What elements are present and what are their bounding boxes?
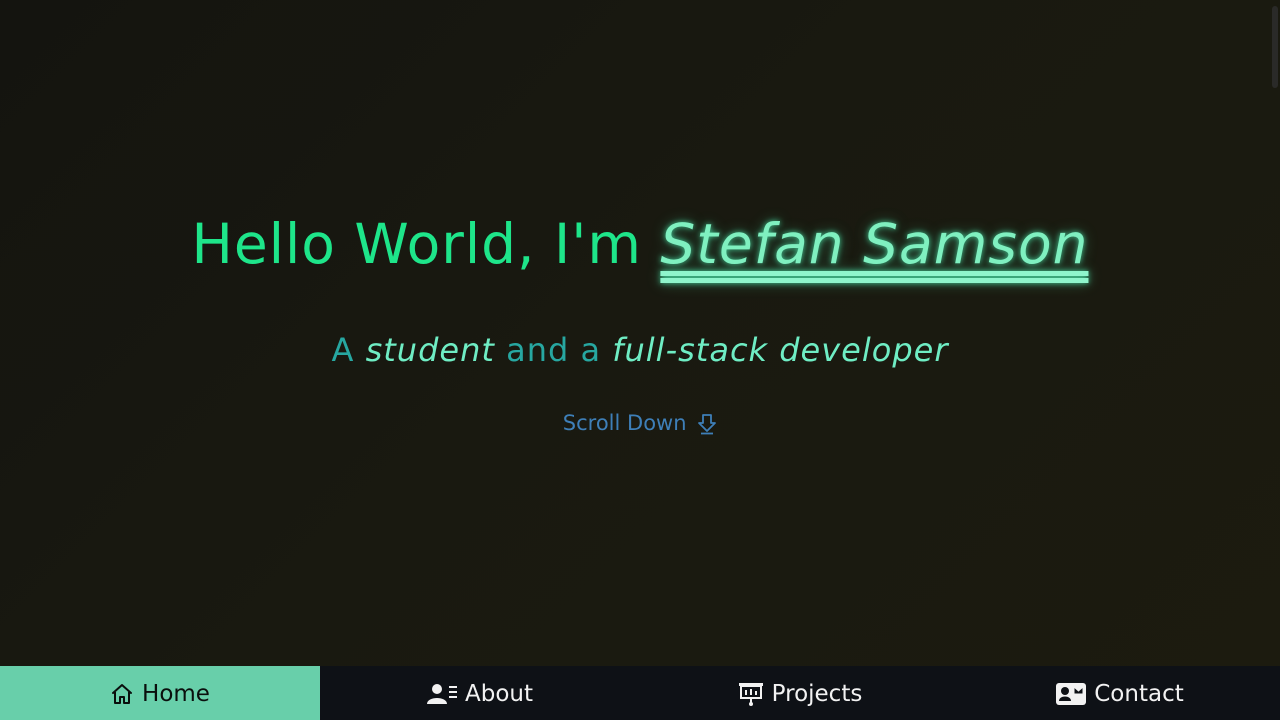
subtitle-and-text: and a [494,331,613,369]
hero-section: Hello World, I'm Stefan Samson A student… [0,0,1280,666]
nav-label-projects: Projects [771,681,863,707]
nav-label-contact: Contact [1094,681,1184,707]
nav-item-home[interactable]: Home [0,666,320,720]
contact-card-icon [1056,682,1087,706]
nav-item-contact[interactable]: Contact [960,666,1280,720]
nav-item-projects[interactable]: Projects [640,666,960,720]
subtitle-student-text: student [365,331,495,369]
subtitle-role-text: full-stack developer [612,331,949,369]
greeting-text: Hello World, I'm [191,212,661,276]
home-icon [110,682,134,706]
nav-label-about: About [464,681,533,707]
user-details-icon [426,682,457,706]
bottom-nav: Home About Projects Contact [0,666,1280,720]
hero-headline: Hello World, I'm Stefan Samson [0,208,1280,280]
scrollbar[interactable] [1272,6,1278,88]
subtitle-a-text: A [331,331,366,369]
nav-label-home: Home [142,681,210,707]
arrow-down-icon [693,411,717,435]
name-link[interactable]: Stefan Samson [660,212,1088,276]
presentation-icon [738,681,764,707]
scroll-down-link[interactable]: Scroll Down [0,408,1280,438]
hero-subtitle: A student and a full-stack developer [0,328,1280,372]
scroll-down-label: Scroll Down [562,411,687,435]
nav-item-about[interactable]: About [320,666,640,720]
